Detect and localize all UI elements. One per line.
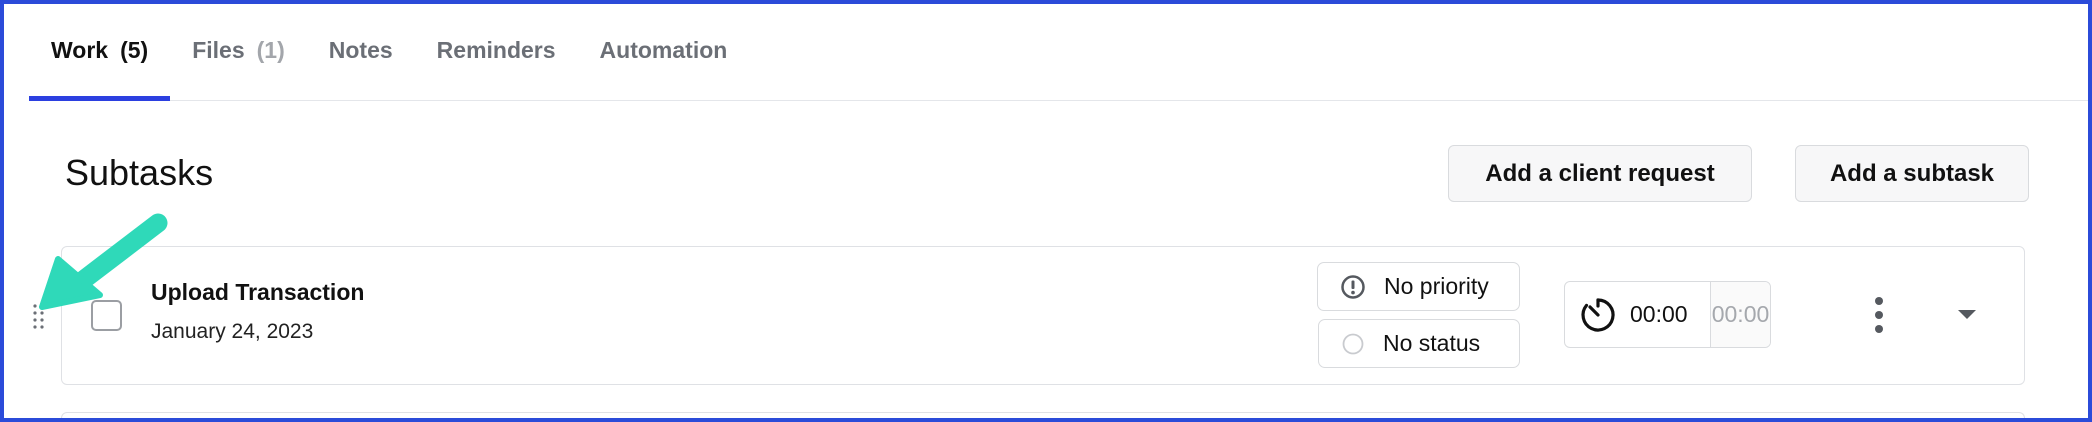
tab-notes-label: Notes	[328, 36, 393, 63]
caret-down-icon[interactable]	[1955, 304, 1979, 324]
subtask-checkbox[interactable]	[91, 300, 122, 331]
subtask-title[interactable]: Upload Transaction	[151, 279, 364, 306]
tab-work-label: Work	[51, 36, 109, 63]
tab-reminders[interactable]: Reminders	[415, 0, 578, 100]
tab-work[interactable]: Work (5)	[29, 0, 171, 101]
timer-estimate: 00:00	[1711, 301, 1770, 327]
start-timer-button[interactable]: 00:00	[1565, 282, 1711, 347]
empty-circle-icon	[1342, 333, 1364, 354]
tab-automation[interactable]: Automation	[578, 0, 750, 100]
tab-work-count: (5)	[120, 36, 149, 63]
stopwatch-icon	[1581, 297, 1615, 332]
status-dropdown[interactable]: No status	[1318, 319, 1520, 368]
tab-files-label: Files	[192, 36, 245, 63]
tab-files[interactable]: Files (1)	[170, 0, 307, 100]
tab-reminders-label: Reminders	[436, 36, 556, 63]
tab-automation-label: Automation	[599, 36, 728, 63]
add-client-request-button[interactable]: Add a client request	[1448, 145, 1752, 202]
next-subtask-row-edge	[61, 412, 2025, 422]
timer-elapsed: 00:00	[1630, 301, 1688, 327]
time-tracker: 00:00 00:00	[1564, 281, 1771, 348]
status-label: No status	[1383, 330, 1481, 356]
section-title: Subtasks	[65, 152, 214, 193]
timer-estimate-field[interactable]: 00:00	[1711, 282, 1770, 347]
kebab-menu-icon[interactable]	[1870, 296, 1888, 334]
tab-bar: Work (5) Files (1) Notes Reminders Autom…	[29, 0, 2088, 101]
drag-handle-icon[interactable]	[32, 303, 46, 331]
tab-notes[interactable]: Notes	[307, 0, 415, 100]
priority-label: No priority	[1384, 273, 1489, 299]
tab-files-count: (1)	[256, 36, 285, 63]
exclamation-circle-icon	[1341, 274, 1365, 299]
priority-dropdown[interactable]: No priority	[1317, 262, 1520, 311]
add-subtask-button[interactable]: Add a subtask	[1795, 145, 2029, 202]
subtask-date: January 24, 2023	[151, 320, 314, 343]
